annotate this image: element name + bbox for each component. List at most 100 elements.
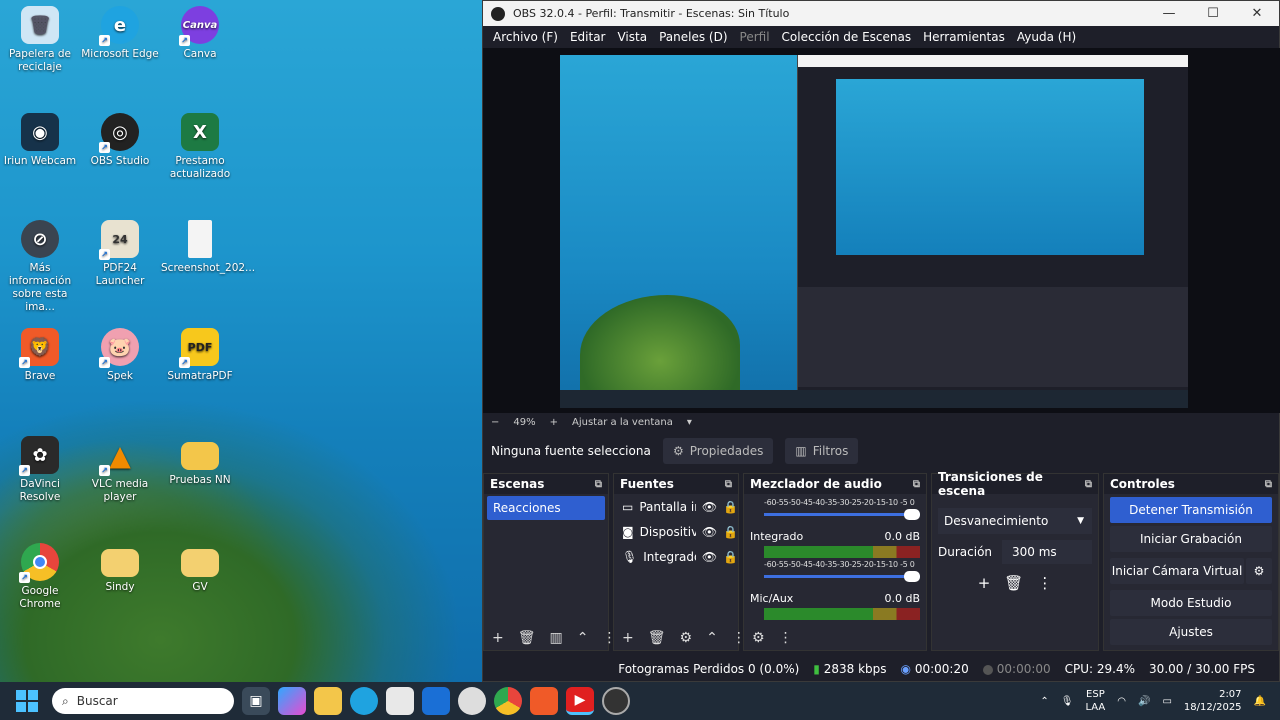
undock-icon[interactable]: ⧉ — [1085, 479, 1092, 490]
obs-recording-icon[interactable] — [602, 687, 630, 715]
desktop-icon-pdf24[interactable]: 24 ↗ PDF24 Launcher — [81, 220, 159, 288]
trash-icon[interactable]: 🗑 — [648, 630, 666, 646]
minimize-button[interactable]: — — [1147, 6, 1191, 21]
notification-icon[interactable]: 🔔 — [1254, 696, 1266, 707]
desktop-icon-recycle-bin[interactable]: 🗑 Papelera de reciclaje — [1, 6, 79, 74]
settings-button[interactable]: Ajustes — [1110, 619, 1272, 645]
gear-icon[interactable]: ⚙ — [680, 630, 693, 646]
menu-ayuda[interactable]: Ayuda (H) — [1011, 30, 1082, 44]
volume-slider[interactable] — [764, 509, 920, 520]
more-icon[interactable]: ⋮ — [779, 630, 793, 646]
source-item[interactable]: ◙ Dispositiv 👁 🔒 — [614, 519, 738, 544]
chevron-up-icon[interactable]: ⌃ — [706, 630, 718, 646]
slider-knob[interactable] — [904, 571, 920, 582]
chevron-down-icon[interactable]: ▾ — [687, 417, 692, 428]
slider-knob[interactable] — [904, 509, 920, 520]
desktop-icon-obs[interactable]: ◎ ↗ OBS Studio — [81, 113, 159, 168]
desktop-icon-davinci[interactable]: ✿ ↗ DaVinci Resolve — [1, 436, 79, 504]
add-icon[interactable]: + — [978, 574, 991, 592]
battery-icon[interactable]: ▭ — [1162, 696, 1171, 707]
chevron-up-icon[interactable]: ⌃ — [1040, 696, 1048, 707]
brave-icon[interactable] — [530, 687, 558, 715]
lock-icon[interactable]: 🔒 — [723, 550, 738, 564]
desktop-icon-sumatra[interactable]: PDF ↗ SumatraPDF — [161, 328, 239, 383]
edge-icon[interactable] — [350, 687, 378, 715]
virtual-camera-button[interactable]: Iniciar Cámara Virtual — [1110, 558, 1244, 584]
menu-vista[interactable]: Vista — [611, 30, 653, 44]
chrome-icon[interactable] — [494, 687, 522, 715]
store-icon[interactable] — [386, 687, 414, 715]
clock[interactable]: 2:07 18/12/2025 — [1184, 688, 1242, 714]
eye-icon[interactable]: 👁 — [702, 500, 717, 514]
wifi-icon[interactable]: ◠ — [1117, 696, 1126, 707]
transition-select[interactable]: Desvanecimiento ▼ — [938, 508, 1092, 534]
desktop-icon-iriun[interactable]: ◉ Iriun Webcam — [1, 113, 79, 168]
menu-herramientas[interactable]: Herramientas — [917, 30, 1011, 44]
maximize-button[interactable]: ☐ — [1191, 6, 1235, 21]
menu-perfil[interactable]: Perfil — [734, 30, 776, 44]
search-box[interactable]: ⌕ Buscar — [52, 688, 234, 714]
source-item[interactable]: ▭ Pantalla ir 👁 🔒 — [614, 494, 738, 519]
lock-icon[interactable]: 🔒 — [723, 525, 738, 539]
start-button[interactable] — [16, 690, 38, 712]
lock-icon[interactable]: 🔒 — [723, 500, 738, 514]
language-indicator[interactable]: ESP LAA — [1086, 688, 1106, 714]
copilot-icon[interactable] — [278, 687, 306, 715]
desktop-icon-canva[interactable]: Canva ↗ Canva — [161, 6, 239, 61]
start-recording-button[interactable]: Iniciar Grabación — [1110, 526, 1272, 552]
source-item[interactable]: 🎙 Integrado 👁 🔒 — [614, 544, 738, 569]
fit-to-window[interactable]: Ajustar a la ventana — [572, 417, 673, 428]
gear-icon[interactable]: ⚙ — [1246, 558, 1272, 584]
outlook-icon[interactable] — [422, 687, 450, 715]
stop-stream-button[interactable]: Detener Transmisión — [1110, 497, 1272, 523]
trash-icon[interactable]: 🗑 — [1004, 574, 1023, 592]
file-explorer-icon[interactable] — [314, 687, 342, 715]
zoom-in-button[interactable]: + — [550, 417, 558, 428]
studio-mode-button[interactable]: Modo Estudio — [1110, 590, 1272, 616]
menu-archivo[interactable]: Archivo (F) — [487, 30, 564, 44]
undock-icon[interactable]: ⧉ — [1265, 479, 1272, 490]
eye-icon[interactable]: 👁 — [702, 525, 717, 539]
add-icon[interactable]: + — [492, 630, 504, 646]
close-button[interactable]: ✕ — [1235, 6, 1279, 21]
desktop-icon-sindy[interactable]: Sindy — [81, 543, 159, 594]
microphone-icon[interactable]: 🎙 — [1061, 696, 1074, 707]
desktop-icon-edge[interactable]: e ↗ Microsoft Edge — [81, 6, 159, 61]
filter-icon: ▥ — [795, 444, 807, 458]
task-view-icon[interactable]: ▣ — [242, 687, 270, 715]
youtube-icon[interactable]: ▶ — [566, 687, 594, 715]
desktop-icon-chrome[interactable]: ↗ Google Chrome — [1, 543, 79, 611]
gear-icon[interactable]: ⚙ — [752, 630, 765, 646]
desktop-icon-vlc[interactable]: ▲ ↗ VLC media player — [81, 436, 159, 504]
volume-slider[interactable] — [764, 571, 920, 582]
desktop-icon-brave[interactable]: 🦁 ↗ Brave — [1, 328, 79, 383]
menu-paneles[interactable]: Paneles (D) — [653, 30, 733, 44]
obs-icon[interactable] — [458, 687, 486, 715]
undock-icon[interactable]: ⧉ — [595, 479, 602, 490]
volume-icon[interactable]: 🔊 — [1138, 696, 1150, 707]
more-icon[interactable]: ⋮ — [1037, 574, 1052, 592]
preview-area[interactable] — [483, 48, 1280, 413]
desktop-icon-gv[interactable]: GV — [161, 543, 239, 594]
desktop-icon-pruebas[interactable]: Pruebas NN — [161, 436, 239, 487]
undock-icon[interactable]: ⧉ — [913, 479, 920, 490]
desktop-icon-screenshot[interactable]: Screenshot_202... — [161, 220, 255, 275]
menu-coleccion-escenas[interactable]: Colección de Escenas — [776, 30, 918, 44]
preview-canvas — [560, 55, 1188, 408]
undock-icon[interactable]: ⧉ — [725, 479, 732, 490]
desktop-icon-spek[interactable]: 🐷 ↗ Spek — [81, 328, 159, 383]
filters-button[interactable]: ▥ Filtros — [785, 438, 859, 464]
desktop-icon-info[interactable]: ⊘ Más información sobre esta ima... — [1, 220, 79, 314]
properties-button[interactable]: ⚙ Propiedades — [663, 438, 774, 464]
menu-editar[interactable]: Editar — [564, 30, 612, 44]
zoom-out-button[interactable]: − — [491, 417, 499, 428]
filter-icon[interactable]: ▥ — [550, 630, 563, 646]
scene-item[interactable]: Reacciones — [487, 496, 605, 520]
add-icon[interactable]: + — [622, 630, 634, 646]
desktop-icon-prestamo[interactable]: X Prestamo actualizado — [161, 113, 239, 181]
trash-icon[interactable]: 🗑 — [518, 630, 536, 646]
chevron-up-icon[interactable]: ⌃ — [577, 630, 589, 646]
channel-name: Integrado — [750, 530, 804, 543]
eye-icon[interactable]: 👁 — [702, 550, 717, 564]
duration-input[interactable]: 300 ms — [1002, 540, 1092, 564]
